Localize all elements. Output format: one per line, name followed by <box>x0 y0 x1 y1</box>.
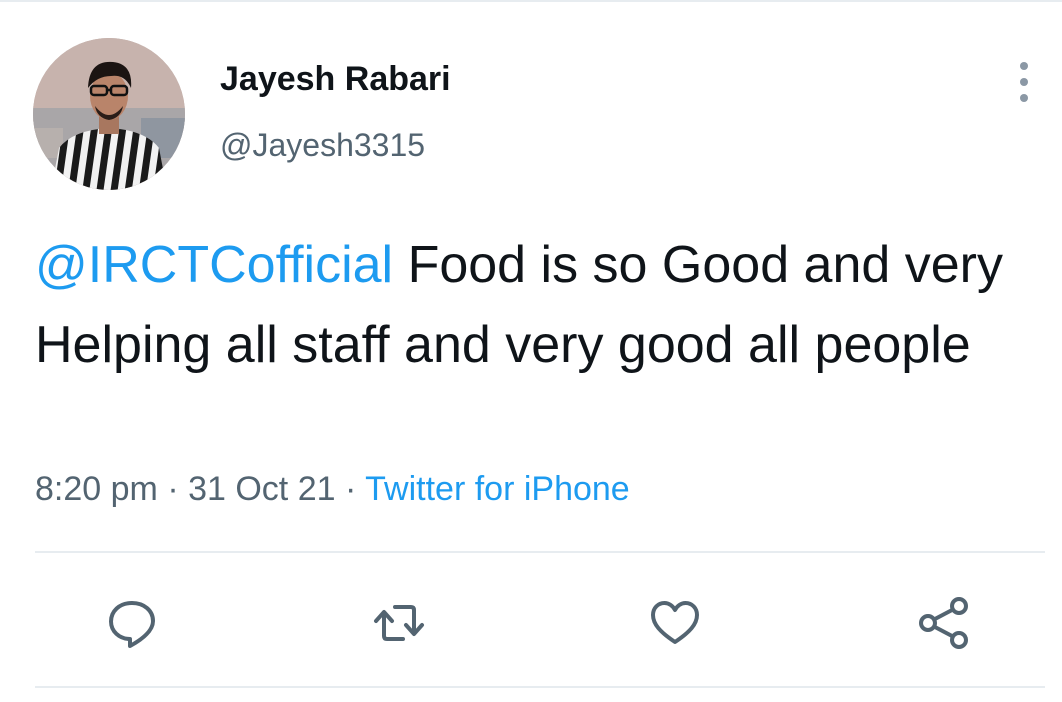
share-icon <box>919 597 968 649</box>
retweet-button[interactable] <box>372 596 426 650</box>
more-dot-icon <box>1020 78 1028 86</box>
tweet-date[interactable]: 31 Oct 21 <box>188 470 335 508</box>
reply-button[interactable] <box>105 596 159 650</box>
meta-separator: · <box>167 470 179 508</box>
avatar[interactable] <box>33 38 185 190</box>
author-handle[interactable]: @Jayesh3315 <box>220 127 425 164</box>
tweet-source-link[interactable]: Twitter for iPhone <box>365 470 630 508</box>
mention-link[interactable]: @IRCTCofficial <box>35 236 393 294</box>
actions-top-divider <box>35 551 1045 553</box>
tweet-text: @IRCTCofficial Food is so Good and very … <box>35 225 1045 385</box>
avatar-image <box>33 38 185 190</box>
meta-separator: · <box>344 470 357 508</box>
top-divider <box>0 0 1062 2</box>
more-dot-icon <box>1020 94 1028 102</box>
tweet-meta: 8:20 pm · 31 Oct 21 · Twitter for iPhone <box>35 470 630 509</box>
more-dot-icon <box>1020 62 1028 70</box>
tweet-detail: Jayesh Rabari @Jayesh3315 @IRCTCofficial… <box>0 0 1062 702</box>
like-icon <box>651 601 699 644</box>
actions-bottom-divider <box>35 686 1045 688</box>
like-button[interactable] <box>648 596 702 650</box>
author-display-name[interactable]: Jayesh Rabari <box>220 60 451 99</box>
retweet-icon <box>374 605 424 641</box>
tweet-time[interactable]: 8:20 pm <box>35 470 158 508</box>
share-button[interactable] <box>917 596 971 650</box>
more-options-button[interactable] <box>1010 62 1038 102</box>
reply-icon <box>109 601 155 648</box>
